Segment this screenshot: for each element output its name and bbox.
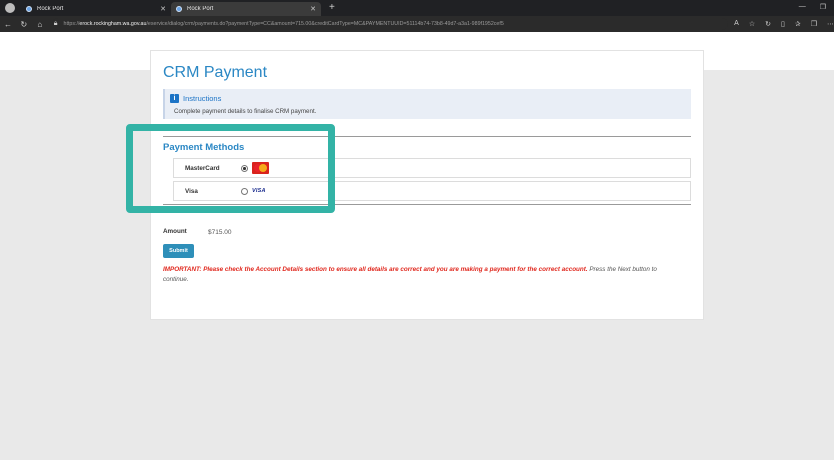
refresh-icon[interactable]: ↻ bbox=[16, 20, 32, 29]
read-aloud-icon[interactable]: A bbox=[734, 20, 739, 28]
more-menu-icon[interactable]: ⋯ bbox=[827, 20, 834, 28]
instructions-heading: Instructions bbox=[183, 94, 222, 103]
new-tab-icon[interactable]: + bbox=[329, 3, 335, 13]
submit-button[interactable]: Submit bbox=[163, 244, 194, 258]
window-controls: — ❐ bbox=[799, 3, 826, 11]
url-field[interactable]: 🔒︎ https:// erock.rockingham.wa.gov.au /… bbox=[51, 18, 729, 30]
browser-toolbar: A ☆ ↻ ▯ ✰ ❒ ⋯ bbox=[734, 20, 834, 28]
url-path: /eservice/dialog/crm/payments.do?payment… bbox=[146, 21, 504, 27]
lock-icon[interactable]: 🔒︎ bbox=[54, 20, 58, 28]
close-tab-icon[interactable]: ✕ bbox=[310, 5, 316, 13]
favorite-star-icon[interactable]: ☆ bbox=[749, 20, 755, 28]
browser-tab[interactable]: Rock Port ✕ bbox=[21, 2, 171, 16]
tab-title: Rock Port bbox=[187, 6, 214, 12]
site-favicon-icon bbox=[176, 6, 182, 12]
split-screen-icon[interactable]: ▯ bbox=[781, 20, 785, 28]
browser-address-bar: ← ↻ ⌂ 🔒︎ https:// erock.rockingham.wa.go… bbox=[0, 16, 834, 32]
browser-tab-active[interactable]: Rock Port ✕ bbox=[171, 2, 321, 16]
important-warning-text: IMPORTANT: Please check the Account Deta… bbox=[163, 266, 588, 273]
url-prefix: https:// bbox=[63, 21, 80, 27]
collections-icon[interactable]: ❒ bbox=[811, 20, 817, 28]
url-host: erock.rockingham.wa.gov.au bbox=[79, 21, 147, 27]
amount-value: $715.00 bbox=[208, 229, 232, 236]
highlight-annotation-box bbox=[126, 124, 335, 213]
browser-tab-bar: Rock Port ✕ Rock Port ✕ + — ❐ bbox=[0, 0, 834, 16]
refresh-extension-icon[interactable]: ↻ bbox=[765, 20, 771, 28]
site-favicon-icon bbox=[26, 6, 32, 12]
profile-avatar-icon[interactable] bbox=[5, 3, 15, 13]
instructions-text: Complete payment details to finalise CRM… bbox=[174, 108, 317, 115]
favorites-icon[interactable]: ✰ bbox=[795, 20, 801, 28]
tab-title: Rock Port bbox=[37, 6, 64, 12]
instructions-panel: i Instructions Complete payment details … bbox=[163, 89, 691, 119]
info-icon: i bbox=[170, 94, 179, 103]
home-icon[interactable]: ⌂ bbox=[32, 20, 48, 29]
important-notice: IMPORTANT: Please check the Account Deta… bbox=[163, 265, 683, 284]
restore-icon[interactable]: ❐ bbox=[820, 3, 826, 11]
minimize-icon[interactable]: — bbox=[799, 3, 806, 11]
amount-label: Amount bbox=[163, 228, 187, 235]
back-icon[interactable]: ← bbox=[0, 20, 16, 29]
page-title: CRM Payment bbox=[163, 64, 268, 81]
close-tab-icon[interactable]: ✕ bbox=[160, 5, 166, 13]
